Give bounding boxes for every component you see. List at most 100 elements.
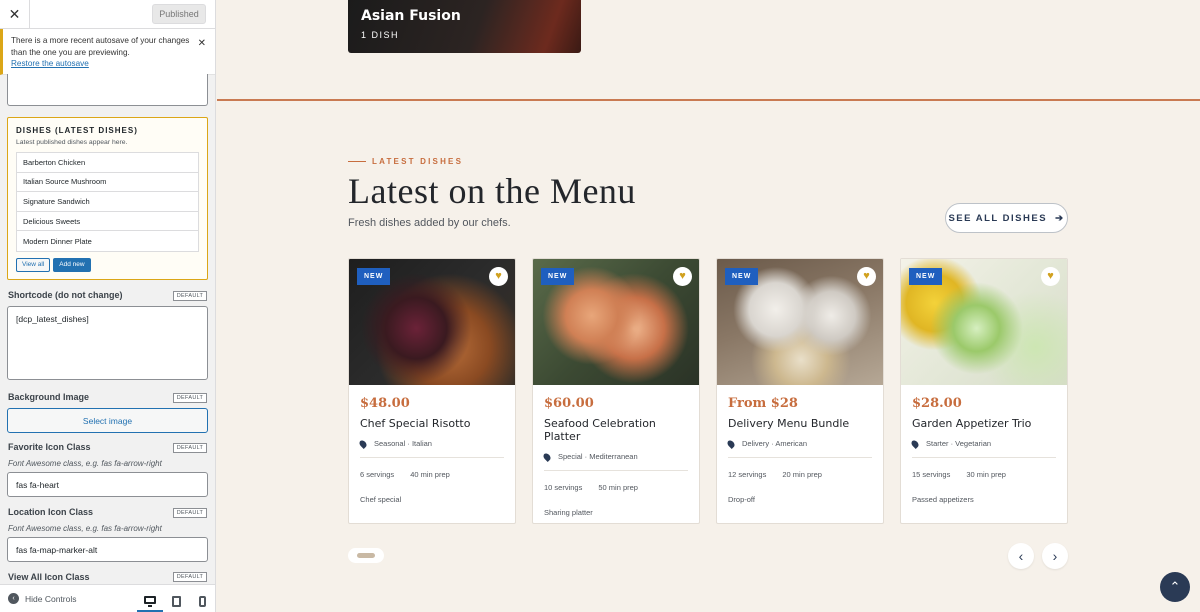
dish-image: NEW ♥ xyxy=(533,259,699,385)
dish-list-item[interactable]: Signature Sandwich xyxy=(17,192,198,212)
dish-tag: Passed appetizers xyxy=(912,495,974,504)
select-image-button[interactable]: Select image xyxy=(7,408,208,433)
section-eyebrow: LATEST DISHES xyxy=(348,157,463,166)
collapse-icon: ‹ xyxy=(8,593,19,604)
view-all-icon-default-badge[interactable]: DEFAULT xyxy=(173,572,207,582)
favorite-icon-default-badge[interactable]: DEFAULT xyxy=(173,443,207,453)
dish-prep: 20 min prep xyxy=(782,470,822,479)
map-marker-icon xyxy=(910,438,920,449)
see-all-label: SEE ALL DISHES xyxy=(948,212,1048,224)
dish-name[interactable]: Seafood Celebration Platter xyxy=(544,417,688,443)
chevron-left-icon: ‹ xyxy=(1018,548,1024,564)
dish-name[interactable]: Chef Special Risotto xyxy=(360,417,504,430)
dish-tag: Drop-off xyxy=(728,495,755,504)
dish-meta: Special · Mediterranean xyxy=(542,451,688,462)
category-title: Asian Fusion xyxy=(361,8,461,24)
background-image-label: Background Image xyxy=(8,392,90,402)
dish-name[interactable]: Garden Appetizer Trio xyxy=(912,417,1056,430)
location-icon-default-badge[interactable]: DEFAULT xyxy=(173,508,207,518)
see-all-dishes-button[interactable]: SEE ALL DISHES ➔ xyxy=(945,203,1068,233)
dish-list-item[interactable]: Italian Source Mushroom xyxy=(17,173,198,193)
dish-image: NEW ♥ xyxy=(901,259,1067,385)
autosave-notice: There is a more recent autosave of your … xyxy=(0,29,215,75)
dish-meta-text: Starter · Vegetarian xyxy=(926,439,992,448)
close-customizer-button[interactable]: ✕ xyxy=(0,0,30,29)
hide-controls-button[interactable]: ‹ Hide Controls xyxy=(8,593,77,604)
customizer-footer: ‹ Hide Controls xyxy=(0,584,215,612)
dish-list-item[interactable]: Delicious Sweets xyxy=(17,212,198,232)
carousel-prev-button[interactable]: ‹ xyxy=(1008,543,1034,569)
desktop-preview-button[interactable] xyxy=(137,590,163,612)
publish-button[interactable]: Published xyxy=(152,4,206,24)
dish-image: NEW ♥ xyxy=(717,259,883,385)
favorite-icon-label: Favorite Icon Class xyxy=(8,442,91,452)
dish-tag: Sharing platter xyxy=(544,508,593,517)
dish-prep: 40 min prep xyxy=(410,470,450,479)
dish-stats: 10 servings 50 min prep xyxy=(544,483,688,492)
dish-card[interactable]: NEW ♥ $60.00 Seafood Celebration Platter… xyxy=(532,258,700,524)
dish-list-item[interactable]: Modern Dinner Plate xyxy=(17,231,198,251)
arrow-right-icon: ➔ xyxy=(1055,212,1065,224)
heart-icon[interactable]: ♥ xyxy=(1041,267,1060,286)
dish-stats: 12 servings 20 min prep xyxy=(728,470,872,479)
scroll-to-top-button[interactable]: ⌃ xyxy=(1160,572,1190,602)
dish-meta: Delivery · American xyxy=(726,438,872,449)
tablet-preview-button[interactable] xyxy=(163,590,189,612)
shortcode-label: Shortcode (do not change) xyxy=(8,290,123,300)
category-card-asian-fusion[interactable]: Asian Fusion 1 DISH xyxy=(348,0,581,53)
dishes-section-description: Latest published dishes appear here. xyxy=(16,139,128,146)
location-icon-label: Location Icon Class xyxy=(8,507,94,517)
dish-meta-text: Seasonal · Italian xyxy=(374,439,432,448)
dismiss-notice-icon[interactable]: ✕ xyxy=(198,38,206,50)
eyebrow-text: LATEST DISHES xyxy=(372,157,464,166)
heart-icon[interactable]: ♥ xyxy=(857,267,876,286)
hide-controls-label: Hide Controls xyxy=(25,593,77,604)
view-all-dishes-button[interactable]: View all xyxy=(16,257,51,272)
autosave-notice-text: There is a more recent autosave of your … xyxy=(11,36,190,57)
shortcode-default-badge[interactable]: DEFAULT xyxy=(173,291,207,301)
eyebrow-rule xyxy=(348,161,366,162)
desktop-icon xyxy=(144,596,156,607)
dishes-section: DISHES (LATEST DISHES) Latest published … xyxy=(7,117,208,280)
tablet-icon xyxy=(171,596,181,607)
map-marker-icon xyxy=(726,438,736,449)
shortcode-textarea[interactable]: [dcp_latest_dishes] xyxy=(7,306,208,380)
favorite-icon-input[interactable]: fas fa-heart xyxy=(7,472,208,497)
background-image-default-badge[interactable]: DEFAULT xyxy=(173,393,207,403)
dish-card[interactable]: NEW ♥ $48.00 Chef Special Risotto Season… xyxy=(348,258,516,524)
add-new-dish-button[interactable]: Add new xyxy=(53,257,91,272)
carousel-next-button[interactable]: › xyxy=(1042,543,1068,569)
heart-icon[interactable]: ♥ xyxy=(673,267,692,286)
dish-price: $60.00 xyxy=(544,396,594,411)
mobile-icon xyxy=(198,596,206,607)
card-divider xyxy=(360,457,504,458)
close-icon: ✕ xyxy=(8,6,21,22)
dish-tag: Chef special xyxy=(360,495,402,504)
chevron-up-icon: ⌃ xyxy=(1169,579,1181,594)
pager-indicator xyxy=(357,553,375,558)
dish-card[interactable]: NEW ♥ $28.00 Garden Appetizer Trio Start… xyxy=(900,258,1068,524)
dish-stats: 6 servings 40 min prep xyxy=(360,470,504,479)
carousel-pager[interactable] xyxy=(348,548,384,563)
customizer-header: ✕ Published xyxy=(0,0,215,29)
chevron-right-icon: › xyxy=(1052,548,1058,564)
mobile-preview-button[interactable] xyxy=(189,590,215,612)
dish-image: NEW ♥ xyxy=(349,259,515,385)
dish-servings: 10 servings xyxy=(544,483,583,492)
site-preview: Asian Fusion 1 DISH LATEST DISHES Latest… xyxy=(217,0,1200,612)
dish-meta-text: Delivery · American xyxy=(742,439,808,448)
dish-card[interactable]: NEW ♥ From $28 Delivery Menu Bundle Deli… xyxy=(716,258,884,524)
card-divider xyxy=(912,457,1056,458)
dish-name[interactable]: Delivery Menu Bundle xyxy=(728,417,872,430)
card-divider xyxy=(544,470,688,471)
location-icon-input[interactable]: fas fa-map-marker-alt xyxy=(7,537,208,562)
heart-icon[interactable]: ♥ xyxy=(489,267,508,286)
section-subheading: Fresh dishes added by our chefs. xyxy=(348,217,511,229)
previous-textarea[interactable] xyxy=(7,74,208,106)
map-marker-icon xyxy=(358,438,368,449)
dish-list-item[interactable]: Barberton Chicken xyxy=(17,153,198,173)
restore-autosave-link[interactable]: Restore the autosave xyxy=(11,58,196,70)
customizer-sidebar: ✕ Published There is a more recent autos… xyxy=(0,0,216,612)
dish-prep: 30 min prep xyxy=(966,470,1006,479)
card-divider xyxy=(728,457,872,458)
